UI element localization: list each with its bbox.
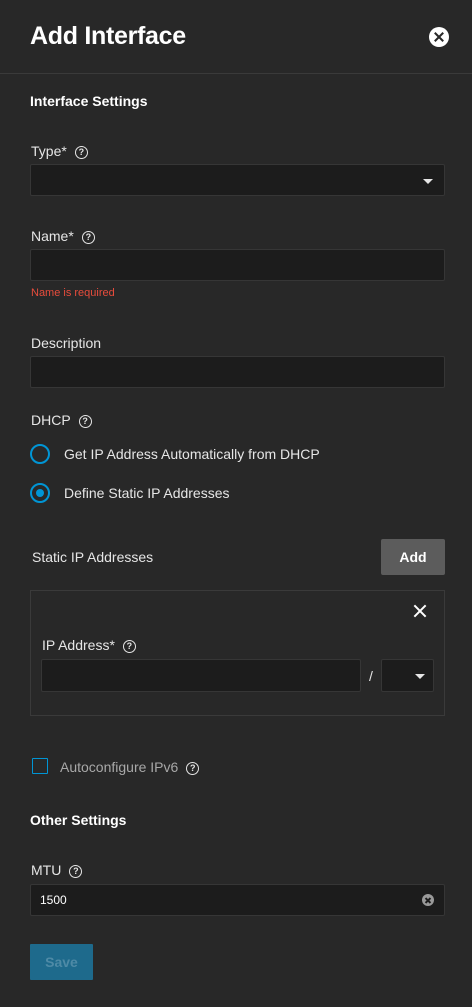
help-icon[interactable]: ?: [81, 231, 95, 244]
type-label: Type*?: [31, 143, 88, 159]
help-icon[interactable]: ?: [69, 865, 83, 878]
help-icon[interactable]: ?: [122, 640, 136, 653]
netmask-separator: /: [369, 668, 373, 684]
type-select[interactable]: [30, 164, 445, 196]
remove-icon[interactable]: [413, 604, 427, 618]
section-other-settings: Other Settings: [30, 812, 127, 828]
clear-icon[interactable]: [422, 894, 434, 906]
add-button[interactable]: Add: [381, 539, 445, 575]
name-input[interactable]: [30, 249, 445, 281]
radio-dhcp-auto-label[interactable]: Get IP Address Automatically from DHCP: [64, 446, 320, 462]
description-label: Description: [31, 335, 102, 351]
help-icon[interactable]: ?: [74, 146, 88, 159]
mtu-value: 1500: [40, 893, 67, 907]
radio-static-ip[interactable]: [30, 483, 50, 503]
help-icon[interactable]: ?: [78, 415, 92, 428]
ip-address-entry: IP Address*? /: [30, 590, 445, 716]
autoconfigure-ipv6-label[interactable]: Autoconfigure IPv6?: [60, 759, 200, 775]
mtu-input[interactable]: 1500: [30, 884, 445, 916]
radio-static-ip-label[interactable]: Define Static IP Addresses: [64, 485, 230, 501]
section-interface-settings: Interface Settings: [30, 93, 148, 109]
netmask-select[interactable]: [381, 659, 434, 692]
add-interface-dialog: Add Interface Interface Settings Type*? …: [0, 0, 472, 1007]
chevron-down-icon: [415, 674, 425, 679]
name-label: Name*?: [31, 228, 95, 244]
dialog-header: Add Interface: [0, 0, 472, 74]
name-error: Name is required: [31, 287, 115, 299]
save-button[interactable]: Save: [30, 944, 93, 980]
radio-dhcp-auto[interactable]: [30, 444, 50, 464]
dialog-title: Add Interface: [30, 22, 186, 50]
ip-address-input[interactable]: [41, 659, 361, 692]
close-icon[interactable]: [429, 27, 449, 47]
autoconfigure-ipv6-checkbox[interactable]: [32, 758, 48, 774]
description-input[interactable]: [30, 356, 445, 388]
chevron-down-icon: [423, 179, 433, 184]
ip-address-label: IP Address*?: [42, 637, 136, 653]
help-icon[interactable]: ?: [186, 762, 200, 775]
mtu-label: MTU?: [31, 862, 83, 878]
static-ip-label: Static IP Addresses: [32, 549, 154, 565]
dhcp-label: DHCP?: [31, 412, 92, 428]
